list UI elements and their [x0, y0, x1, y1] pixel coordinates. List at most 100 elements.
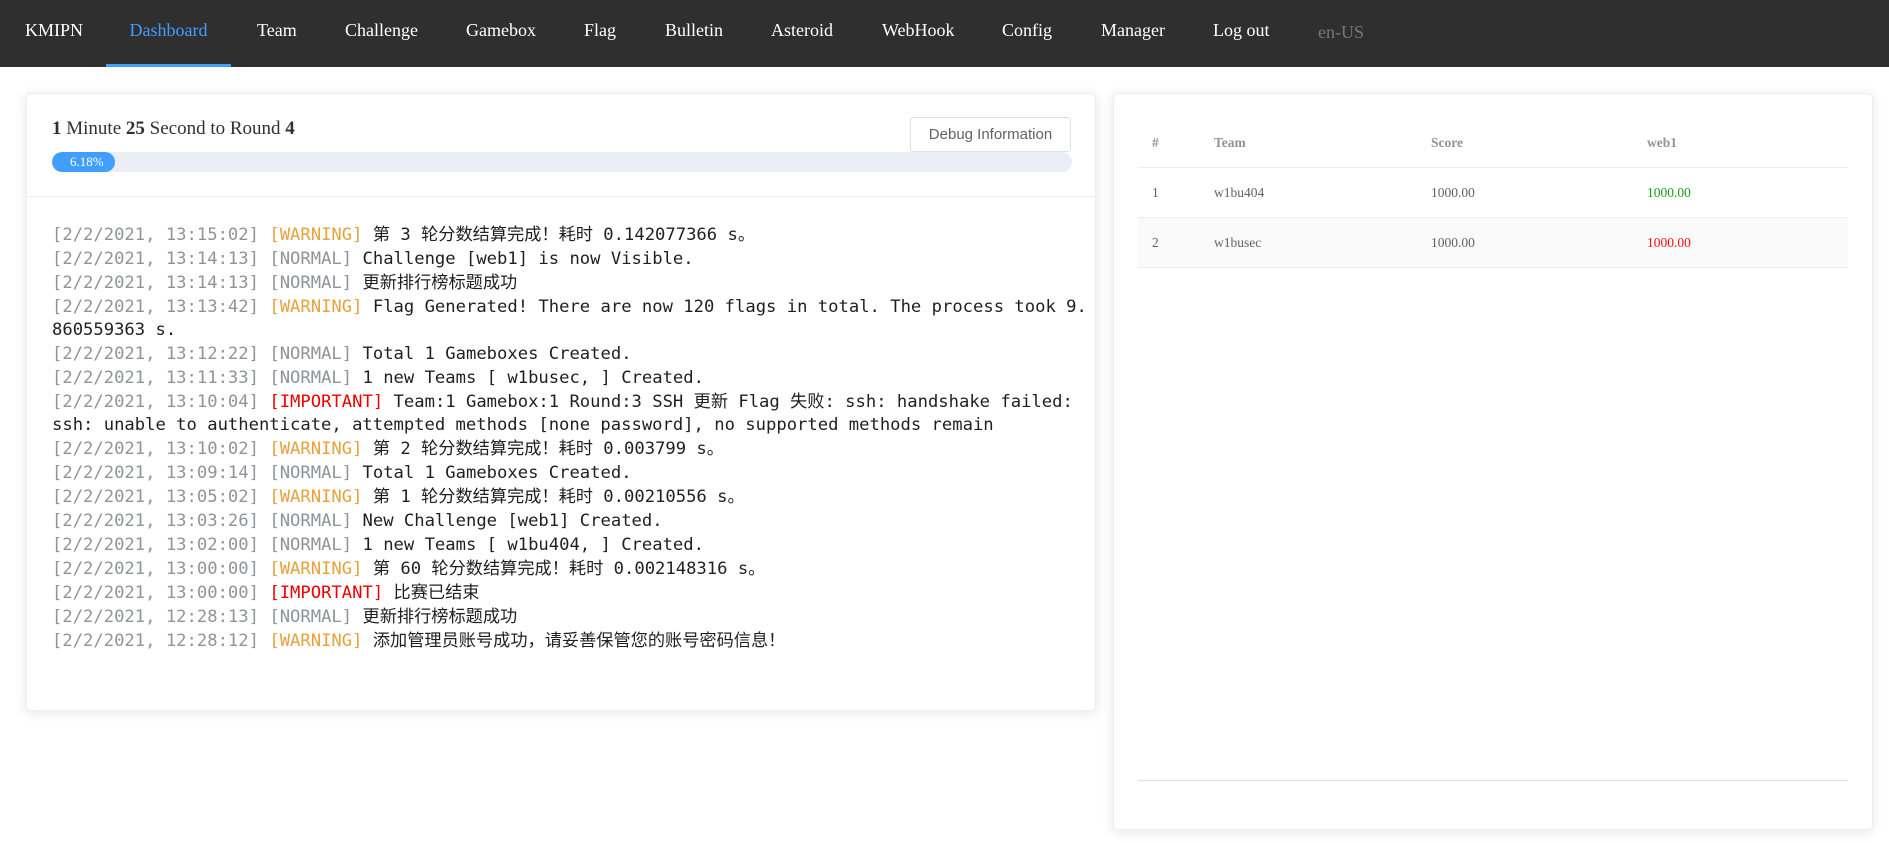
log-level: WARNING	[279, 225, 353, 245]
countdown-seconds: 25	[125, 118, 145, 139]
log-timestamp: [2/2/2021, 13:11:33]	[52, 368, 259, 388]
log-line: [2/2/2021, 13:14:13] [NORMAL] Challenge …	[52, 249, 694, 269]
log-level: WARNING	[279, 297, 353, 317]
countdown-minutes: 1	[52, 118, 62, 139]
nav-brand[interactable]: KMIPN	[25, 0, 83, 67]
column-header-team[interactable]: Team	[1214, 118, 1246, 168]
log-line: [2/2/2021, 13:13:42] [WARNING] Flag Gene…	[52, 297, 1087, 340]
table-bottom-divider	[1138, 780, 1848, 781]
nav-item-gamebox[interactable]: Gamebox	[466, 0, 536, 67]
log-line: [2/2/2021, 13:05:02] [WARNING] 第 1 轮分数结算…	[52, 487, 745, 507]
countdown-round: 4	[285, 118, 295, 139]
log-level: NORMAL	[279, 368, 342, 388]
log-line: [2/2/2021, 13:14:13] [NORMAL] 更新排行榜标题成功	[52, 273, 518, 293]
log-level: NORMAL	[279, 344, 342, 364]
log-timestamp: [2/2/2021, 12:28:13]	[52, 607, 259, 627]
log-timestamp: [2/2/2021, 13:14:13]	[52, 273, 259, 293]
log-message: 更新排行榜标题成功	[362, 273, 518, 293]
team-score: 1000.00	[1431, 235, 1475, 250]
log-message: 比赛已结束	[393, 583, 480, 603]
round-progress-fill: 6.18%	[52, 152, 116, 172]
nav-item-challenge[interactable]: Challenge	[345, 0, 418, 67]
log-line: [2/2/2021, 12:28:13] [NORMAL] 更新排行榜标题成功	[52, 607, 518, 627]
column-header-challenge[interactable]: web1	[1647, 118, 1677, 168]
log-line: [2/2/2021, 13:00:00] [WARNING] 第 60 轮分数结…	[52, 559, 766, 579]
countdown-minute-label: Minute	[66, 118, 122, 139]
nav-item-bulletin[interactable]: Bulletin	[665, 0, 723, 67]
log-message: 第 3 轮分数结算完成！耗时 0.142077366 s。	[372, 225, 756, 245]
log-level: WARNING	[279, 439, 353, 459]
log-line: [2/2/2021, 12:28:12] [WARNING] 添加管理员账号成功…	[52, 631, 786, 651]
log-timestamp: [2/2/2021, 13:14:13]	[52, 249, 259, 269]
log-timestamp: [2/2/2021, 13:02:00]	[52, 535, 259, 555]
rank-index: 1	[1152, 185, 1159, 200]
log-message: 第 60 轮分数结算完成！耗时 0.002148316 s。	[372, 559, 766, 579]
log-message: 第 1 轮分数结算完成！耗时 0.00210556 s。	[372, 487, 745, 507]
log-level: NORMAL	[279, 535, 342, 555]
log-level: WARNING	[279, 559, 353, 579]
log-timestamp: [2/2/2021, 13:00:00]	[52, 559, 259, 579]
log-message: 添加管理员账号成功，请妥善保管您的账号密码信息！	[372, 631, 786, 651]
log-level: NORMAL	[279, 273, 342, 293]
log-level: WARNING	[279, 487, 353, 507]
round-countdown: 1 Minute 25 Second to Round 4	[52, 118, 295, 140]
log-level: NORMAL	[279, 249, 342, 269]
challenge-score: 1000.00	[1647, 185, 1691, 200]
log-line: [2/2/2021, 13:10:04] [IMPORTANT] Team:1 …	[52, 392, 1084, 435]
log-list: [2/2/2021, 13:15:02] [WARNING] 第 3 轮分数结算…	[52, 224, 1092, 654]
nav-item-team[interactable]: Team	[257, 0, 297, 67]
log-level: NORMAL	[279, 511, 342, 531]
nav-item-manager[interactable]: Manager	[1101, 0, 1165, 67]
log-line: [2/2/2021, 13:00:00] [IMPORTANT] 比赛已结束	[52, 583, 480, 603]
nav-item-dashboard[interactable]: Dashboard	[106, 0, 231, 67]
table-row[interactable]: 1 w1bu404 1000.00 1000.00	[1138, 168, 1848, 218]
log-timestamp: [2/2/2021, 13:13:42]	[52, 297, 259, 317]
log-line: [2/2/2021, 13:02:00] [NORMAL] 1 new Team…	[52, 535, 704, 555]
log-message: Challenge [web1] is now Visible.	[362, 249, 694, 269]
team-score: 1000.00	[1431, 185, 1475, 200]
log-message: 更新排行榜标题成功	[362, 607, 518, 627]
log-line: [2/2/2021, 13:12:22] [NORMAL] Total 1 Ga…	[52, 344, 632, 364]
log-timestamp: [2/2/2021, 13:05:02]	[52, 487, 259, 507]
log-timestamp: [2/2/2021, 13:10:04]	[52, 392, 259, 412]
log-level: WARNING	[279, 631, 353, 651]
debug-information-button[interactable]: Debug Information	[910, 117, 1071, 152]
round-progress-bar: 6.18%	[52, 152, 1072, 172]
nav-item-config[interactable]: Config	[1002, 0, 1052, 67]
log-line: [2/2/2021, 13:15:02] [WARNING] 第 3 轮分数结算…	[52, 225, 756, 245]
log-message: Total 1 Gameboxes Created.	[362, 463, 632, 483]
log-message: 1 new Teams [ w1bu404, ] Created.	[362, 535, 704, 555]
log-line: [2/2/2021, 13:09:14] [NORMAL] Total 1 Ga…	[52, 463, 632, 483]
log-message: New Challenge [web1] Created.	[362, 511, 663, 531]
log-timestamp: [2/2/2021, 13:15:02]	[52, 225, 259, 245]
round-progress-text: 6.18%	[70, 154, 104, 169]
nav-item-webhook[interactable]: WebHook	[882, 0, 955, 67]
log-line: [2/2/2021, 13:11:33] [NORMAL] 1 new Team…	[52, 368, 704, 388]
log-level: NORMAL	[279, 463, 342, 483]
nav-item-asteroid[interactable]: Asteroid	[771, 0, 833, 67]
rank-table-header: # Team Score web1	[1138, 118, 1848, 168]
log-level: NORMAL	[279, 607, 342, 627]
log-timestamp: [2/2/2021, 13:00:00]	[52, 583, 259, 603]
countdown-second-label: Second to Round	[149, 118, 281, 139]
round-status-header: 1 Minute 25 Second to Round 4 Debug Info…	[27, 94, 1095, 197]
log-timestamp: [2/2/2021, 13:12:22]	[52, 344, 259, 364]
log-message: 第 2 轮分数结算完成！耗时 0.003799 s。	[372, 439, 724, 459]
challenge-score: 1000.00	[1647, 235, 1691, 250]
log-line: [2/2/2021, 13:03:26] [NORMAL] New Challe…	[52, 511, 663, 531]
log-message: Total 1 Gameboxes Created.	[362, 344, 632, 364]
rank-card: # Team Score web1 1 w1bu404 1000.00 1000…	[1113, 93, 1873, 830]
nav-language: en-US	[1318, 22, 1364, 42]
table-row[interactable]: 2 w1busec 1000.00 1000.00	[1138, 218, 1848, 268]
nav-item-flag[interactable]: Flag	[584, 0, 616, 67]
team-name: w1busec	[1214, 235, 1262, 250]
column-header-score[interactable]: Score	[1431, 118, 1463, 168]
log-message: 1 new Teams [ w1busec, ] Created.	[362, 368, 704, 388]
log-timestamp: [2/2/2021, 13:09:14]	[52, 463, 259, 483]
column-header-index[interactable]: #	[1152, 118, 1159, 168]
log-timestamp: [2/2/2021, 13:10:02]	[52, 439, 259, 459]
log-level: IMPORTANT	[279, 392, 373, 412]
log-timestamp: [2/2/2021, 13:03:26]	[52, 511, 259, 531]
nav-item-logout[interactable]: Log out	[1213, 0, 1270, 67]
log-card: 1 Minute 25 Second to Round 4 Debug Info…	[26, 93, 1096, 711]
